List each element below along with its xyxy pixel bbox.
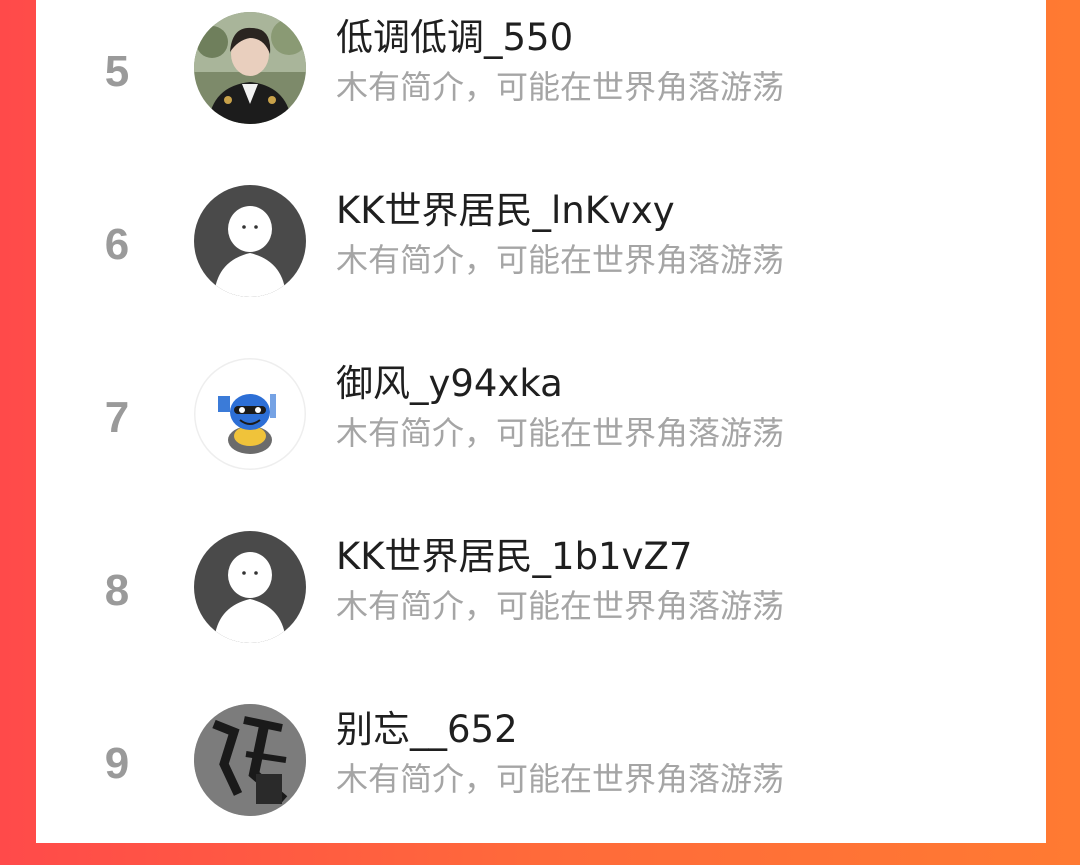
- user-description: 木有简介，可能在世界角落游荡: [336, 414, 785, 452]
- list-item[interactable]: 5 低调低调_550 木有简介，可能在世界角落游荡: [36, 0, 1046, 173]
- user-description: 木有简介，可能在世界角落游荡: [336, 68, 785, 106]
- user-photo-avatar-image: [194, 12, 306, 124]
- avatar[interactable]: [194, 704, 306, 816]
- list-item[interactable]: 6 KK世界居民_lnKvxy 木有简介，可能在世界角落游荡: [36, 173, 1046, 346]
- list-item[interactable]: 7 御风_y94xka 木有简介，可能在世界角落游荡: [36, 346, 1046, 519]
- user-description: 木有简介，可能在世界角落游荡: [336, 241, 785, 279]
- cartoon-character-avatar-image: [194, 358, 306, 470]
- avatar[interactable]: [194, 358, 306, 470]
- user-name[interactable]: 御风_y94xka: [336, 363, 563, 405]
- list-item[interactable]: 9 别忘__652 木有简介，可能在世界角落游荡: [36, 692, 1046, 865]
- rank-number: 7: [104, 393, 130, 442]
- user-description: 木有简介，可能在世界角落游荡: [336, 587, 785, 625]
- default-avatar-icon: [194, 185, 306, 297]
- list-item[interactable]: 8 KK世界居民_1b1vZ7 木有简介，可能在世界角落游荡: [36, 519, 1046, 692]
- user-name[interactable]: 别忘__652: [336, 709, 518, 751]
- calligraphy-avatar-image: [194, 704, 306, 816]
- avatar[interactable]: [194, 12, 306, 124]
- user-name[interactable]: KK世界居民_lnKvxy: [336, 190, 675, 232]
- ranking-card: 5 低调低调_550 木有简介，可能在世界角落游荡 6 KK世界居民_lnKvx…: [36, 0, 1046, 843]
- user-name[interactable]: 低调低调_550: [336, 17, 573, 59]
- avatar[interactable]: [194, 185, 306, 297]
- avatar[interactable]: [194, 531, 306, 643]
- rank-number: 6: [104, 220, 130, 269]
- user-name[interactable]: KK世界居民_1b1vZ7: [336, 536, 692, 578]
- rank-number: 9: [104, 739, 130, 788]
- default-avatar-icon: [194, 531, 306, 643]
- rank-number: 5: [104, 47, 130, 96]
- rank-number: 8: [104, 566, 130, 615]
- user-description: 木有简介，可能在世界角落游荡: [336, 760, 785, 798]
